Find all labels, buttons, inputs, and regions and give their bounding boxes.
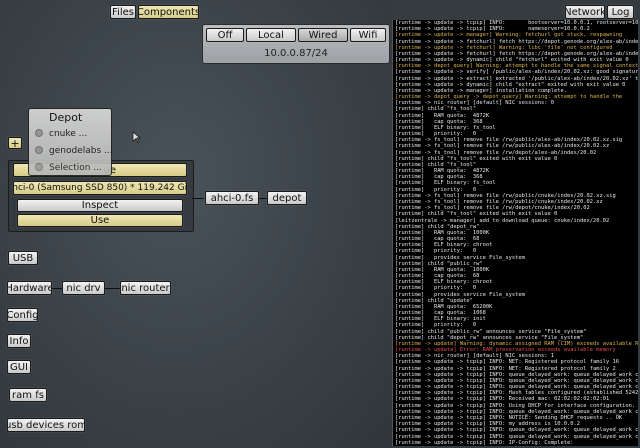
log-line: [leitzentrale -> manager] add to downloa… [395, 217, 610, 224]
nic-mode-local[interactable]: Local [246, 28, 296, 42]
node-nic-drv[interactable]: nic drv [62, 281, 105, 295]
depot-menu-item[interactable]: Selection ... [35, 163, 102, 173]
add-component-button[interactable]: + [8, 137, 22, 149]
log-line: [runtime -> update -> tcpip] INFO: Using… [395, 402, 636, 409]
radio-icon [35, 129, 43, 137]
link-storage-fs [192, 198, 204, 199]
nic-mode-wifi[interactable]: Wifi [350, 28, 386, 42]
log-line: [runtime -> fs_tool] remove file /rw/pub… [395, 143, 610, 150]
log-line: [runtime -> update -> extract] extracted… [395, 75, 638, 82]
log-line: [runtime -> update -> tcpip] INFO: queue… [395, 433, 638, 440]
log-line: [runtime -> update -> tcpip] INFO: queue… [395, 427, 638, 434]
node-gui[interactable]: GUI [7, 360, 31, 374]
log-line: [runtime -> update -> manager] Warning: … [395, 32, 623, 39]
radio-icon [35, 163, 43, 171]
ip-address: 10.0.0.87/24 [264, 48, 328, 59]
storage-device-item[interactable]: ahci-0 (Samsung SSD 850) * 119.242 GiB [13, 181, 187, 195]
network-mode-panel: Off Local Wired Wifi 10.0.0.87/24 [202, 24, 390, 64]
log-line: [runtime -> update -> dynamic] child "ex… [395, 81, 626, 88]
node-depot[interactable]: depot [267, 191, 307, 205]
depot-menu-item[interactable]: cnuke ... [35, 129, 87, 139]
use-button[interactable]: Use [17, 214, 183, 227]
node-hardware[interactable]: Hardware [7, 281, 52, 295]
tab-files[interactable]: Files [110, 5, 136, 19]
node-ram-fs[interactable]: ram fs [9, 388, 47, 402]
link-fs-depot [259, 198, 267, 199]
node-usb-devices-rom[interactable]: usb devices rom [7, 418, 85, 432]
node-config[interactable]: Config [7, 308, 38, 322]
depot-menu: Depot cnuke ... genodelabs ... Selection… [28, 108, 113, 176]
node-nic-router[interactable]: nic router [120, 281, 171, 295]
inspect-button[interactable]: Inspect [17, 199, 183, 212]
nic-mode-wired[interactable]: Wired [298, 28, 348, 42]
node-info[interactable]: Info [7, 334, 31, 348]
log-line: [runtime -> update -> fetchurl] Warning:… [395, 44, 613, 51]
log-line: [runtime -> update -> tcpip] INFO: NET: … [395, 365, 616, 372]
nic-mode-off[interactable]: Off [206, 28, 244, 42]
log-line: [runtime -> update -> fetchurl] fetch ht… [395, 38, 638, 45]
log-line: [runtime -> update -> tcpip] INFO: NET: … [395, 359, 619, 366]
log-line: [runtime -> update -> verify] /public/al… [395, 69, 638, 76]
tab-log[interactable]: Log [607, 5, 634, 19]
tab-network[interactable]: Network [565, 5, 605, 19]
link-hardware-nicdrv [52, 288, 62, 289]
mouse-pointer-icon [132, 131, 141, 143]
link-nicdrv-nicrouter [105, 288, 120, 289]
depot-menu-item[interactable]: genodelabs ... [35, 146, 113, 156]
log-line: [runtime -> update -> tcpip] INFO: Recei… [395, 396, 610, 403]
radio-icon [35, 146, 43, 154]
tab-components[interactable]: Components [138, 5, 199, 19]
node-ahci-fs[interactable]: ahci-0.fs [205, 191, 259, 205]
log-console[interactable]: [runtime -> update -> tcpip] INFO: boots… [392, 20, 638, 446]
depot-menu-title: Depot [49, 111, 83, 124]
node-usb[interactable]: USB [8, 251, 38, 265]
